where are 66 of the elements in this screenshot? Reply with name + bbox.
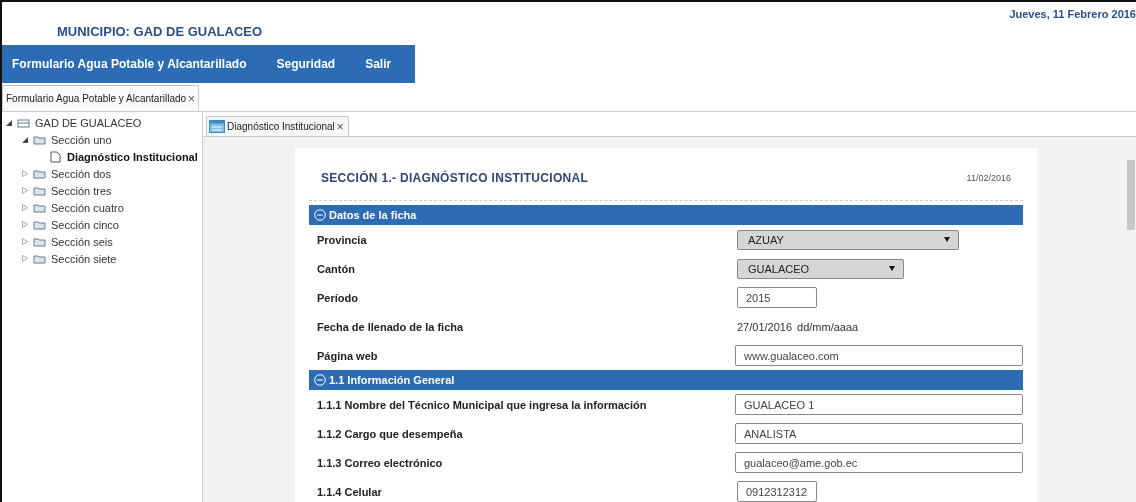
expand-arrow-icon[interactable]: [22, 221, 28, 228]
input-field[interactable]: GUALACEO 1: [735, 394, 1023, 415]
tree-item[interactable]: Sección siete: [51, 252, 117, 265]
tab[interactable]: Diagnóstico Institucional ×: [206, 116, 349, 136]
tree-item[interactable]: Sección uno: [51, 133, 112, 146]
expand-arrow-icon[interactable]: [22, 204, 28, 211]
collapse-icon: [314, 374, 326, 386]
close-icon[interactable]: ×: [336, 119, 344, 134]
expand-arrow-icon[interactable]: [22, 238, 28, 245]
folder-icon: [33, 218, 46, 231]
tree-item[interactable]: Sección tres: [51, 184, 112, 197]
tree-item[interactable]: Sección seis: [51, 235, 113, 248]
drive-icon: [17, 116, 30, 129]
nav-link[interactable]: Seguridad: [276, 57, 336, 71]
folder-icon: [33, 201, 46, 214]
site-title: MUNICIPIO: GAD DE GUALACEO: [56, 23, 264, 41]
field-label: Provincia: [316, 233, 368, 246]
form-icon: [209, 120, 225, 133]
collapse-arrow-icon[interactable]: [22, 136, 28, 143]
field-label: Período: [316, 291, 359, 304]
input-field[interactable]: www.gualaceo.com: [735, 345, 1023, 366]
collapse-icon: [314, 209, 326, 221]
form-date: 11/02/2016: [966, 173, 1011, 183]
folder-icon: [33, 252, 46, 265]
input-field[interactable]: gualaceo@ame.gob.ec: [735, 452, 1023, 473]
input-field[interactable]: 2015: [737, 287, 817, 308]
section-header[interactable]: Datos de la ficha: [309, 205, 1023, 225]
field-label: Fecha de llenado de la ficha: [316, 320, 465, 333]
field-label: 1.1.1 Nombre del Técnico Municipal que ingresa la información: [316, 398, 648, 411]
expand-arrow-icon[interactable]: [22, 187, 28, 194]
document-icon: [49, 150, 62, 163]
caret-icon: [889, 266, 895, 271]
nav-link[interactable]: Salir: [365, 57, 392, 71]
dropdown[interactable]: GUALACEO: [737, 258, 904, 279]
folder-icon: [33, 235, 46, 248]
dropdown[interactable]: AZUAY: [737, 229, 959, 250]
section-header[interactable]: 1.1 Información General: [309, 370, 1023, 390]
collapse-arrow-icon[interactable]: [6, 119, 12, 126]
tree-item[interactable]: Sección dos: [51, 167, 111, 180]
date-label: Jueves, 11 Febrero 2016: [1009, 7, 1136, 22]
field-label: 1.1.3 Correo electrónico: [316, 456, 444, 469]
folder-icon: [33, 184, 46, 197]
tree-item[interactable]: Sección cinco: [51, 218, 119, 231]
nav-link[interactable]: Formulario Agua Potable y Alcantarillado: [12, 57, 247, 71]
tab-label: Formulario Agua Potable y Alcantarillado: [6, 93, 187, 104]
field-label: 1.1.2 Cargo que desempeña: [316, 427, 464, 440]
field-label: Página web: [316, 349, 379, 362]
tab[interactable]: Formulario Agua Potable y Alcantarillado ×: [2, 85, 200, 111]
date-format-hint: dd/mm/aaaa: [797, 320, 859, 333]
tab-label: Diagnóstico Institucional: [227, 121, 335, 132]
field-label: 1.1.4 Celular: [316, 485, 383, 498]
tree-item[interactable]: Sección cuatro: [51, 201, 124, 214]
expand-arrow-icon[interactable]: [22, 255, 28, 262]
caret-icon: [944, 237, 950, 242]
tree-item[interactable]: Diagnóstico Institucional: [67, 150, 198, 163]
close-icon[interactable]: ×: [188, 91, 196, 106]
expand-arrow-icon[interactable]: [22, 170, 28, 177]
date-value: 27/01/2016: [737, 320, 793, 333]
tree-item[interactable]: GAD DE GUALACEO: [35, 116, 142, 129]
form-title: SECCIÓN 1.- DIAGNÓSTICO INSTITUCIONAL: [321, 171, 589, 185]
input-field[interactable]: ANALISTA: [735, 423, 1023, 444]
field-label: Cantón: [316, 262, 356, 275]
input-field[interactable]: 0912312312: [737, 481, 817, 502]
folder-icon: [33, 133, 46, 146]
scrollbar-thumb[interactable]: [1127, 160, 1135, 230]
folder-icon: [33, 167, 46, 180]
